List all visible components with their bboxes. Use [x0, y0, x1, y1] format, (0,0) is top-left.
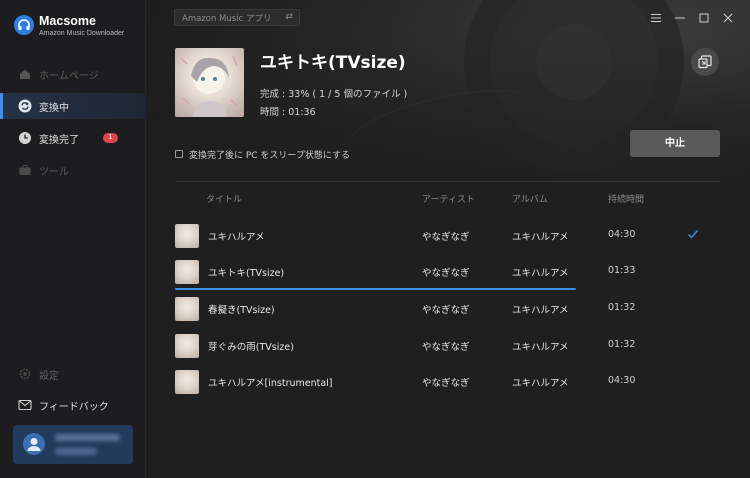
- maximize-icon[interactable]: [696, 10, 712, 26]
- track-thumbnail: [175, 297, 199, 321]
- column-artist[interactable]: アーティスト: [422, 192, 475, 205]
- gear-icon: [19, 368, 31, 380]
- sidebar-item-settings[interactable]: 設定: [0, 361, 146, 387]
- sidebar-item-label: ツール: [39, 167, 69, 178]
- album-cover-image: [175, 48, 244, 117]
- brand-logo-icon: [14, 15, 34, 35]
- checkbox-box[interactable]: [175, 150, 183, 158]
- elapsed-time-text: 時間 : 01:36: [260, 107, 316, 118]
- track-album: ユキハルアメ: [512, 268, 569, 279]
- track-album: ユキハルアメ: [512, 305, 569, 316]
- track-title: ユキハルアメ[instrumental]: [208, 378, 333, 389]
- toolbox-icon: [19, 165, 31, 175]
- swap-icon: ⇄: [285, 12, 293, 22]
- track-artist: やなぎなぎ: [422, 268, 470, 279]
- album-art-illustration: [180, 55, 238, 117]
- track-album: ユキハルアメ: [512, 378, 569, 389]
- user-name-blurred: [55, 434, 120, 441]
- column-album[interactable]: アルバム: [512, 192, 548, 205]
- track-duration: 01:32: [608, 339, 636, 350]
- home-icon: [20, 69, 30, 79]
- sidebar-item-converting[interactable]: 変換中: [0, 93, 146, 119]
- source-label: Amazon Music アプリ: [182, 14, 272, 24]
- track-duration: 01:33: [608, 265, 636, 276]
- sleep-option-label: 変換完了後に PC をスリープ状態にする: [189, 151, 350, 161]
- user-email-blurred: [55, 448, 97, 455]
- track-title: 春擬き(TVsize): [208, 305, 275, 316]
- sidebar-item-label: フィードバック: [39, 402, 109, 413]
- table-row[interactable]: 春擬き(TVsize) やなぎなぎ ユキハルアメ 01:32: [146, 293, 750, 329]
- track-artist: やなぎなぎ: [422, 342, 470, 353]
- track-duration: 04:30: [608, 375, 636, 386]
- track-thumbnail: [175, 370, 199, 394]
- sidebar: Macsome Amazon Music Downloader ホームページ 変…: [0, 0, 146, 478]
- brand-name: Macsome: [39, 14, 96, 28]
- sidebar-item-label: ホームページ: [39, 71, 99, 82]
- folder-open-icon: [698, 55, 712, 69]
- stop-button[interactable]: 中止: [630, 130, 720, 157]
- sidebar-item-label: 変換中: [39, 103, 69, 114]
- table-header: タイトル アーティスト アルバム 持続時間: [146, 192, 750, 206]
- column-duration[interactable]: 持続時間: [608, 192, 644, 205]
- sidebar-item-home[interactable]: ホームページ: [0, 61, 146, 87]
- column-title[interactable]: タイトル: [206, 192, 242, 205]
- converting-icon: [18, 99, 32, 113]
- table-row[interactable]: ユキトキ(TVsize) やなぎなぎ ユキハルアメ 01:33: [146, 256, 750, 292]
- menu-icon[interactable]: [648, 10, 664, 26]
- current-track-title: ユキトキ(TVsize): [260, 53, 406, 73]
- user-icon: [27, 438, 41, 451]
- track-duration: 04:30: [608, 229, 636, 240]
- track-thumbnail: [175, 334, 199, 358]
- track-artist: やなぎなぎ: [422, 378, 470, 389]
- track-artist: やなぎなぎ: [422, 305, 470, 316]
- minimize-icon[interactable]: [672, 10, 688, 26]
- sidebar-item-tools[interactable]: ツール: [0, 157, 146, 183]
- track-artist: やなぎなぎ: [422, 232, 470, 243]
- conversion-progress-text: 完成 : 33% ( 1 / 5 個のファイル ): [260, 89, 408, 100]
- track-title: ユキトキ(TVsize): [208, 268, 285, 279]
- sidebar-item-label: 設定: [39, 371, 59, 382]
- track-duration: 01:32: [608, 302, 636, 313]
- sidebar-item-feedback[interactable]: フィードバック: [0, 392, 146, 418]
- avatar: [23, 433, 45, 455]
- divider: [176, 181, 720, 182]
- window-controls: [648, 10, 740, 26]
- checkmark-icon: [688, 230, 699, 239]
- brand: Macsome Amazon Music Downloader: [12, 12, 142, 42]
- mail-icon: [18, 399, 32, 411]
- track-title: 芽ぐみの雨(TVsize): [208, 342, 294, 353]
- close-icon[interactable]: [720, 10, 736, 26]
- app-window: Macsome Amazon Music Downloader ホームページ 変…: [0, 0, 750, 478]
- table-row[interactable]: 芽ぐみの雨(TVsize) やなぎなぎ ユキハルアメ 01:32: [146, 330, 750, 366]
- track-progress-bar: [175, 288, 576, 290]
- sidebar-item-label: 変換完了: [39, 135, 79, 146]
- track-album: ユキハルアメ: [512, 342, 569, 353]
- table-row[interactable]: ユキハルアメ やなぎなぎ ユキハルアメ 04:30: [146, 220, 750, 256]
- sidebar-item-completed[interactable]: 変換完了 1: [0, 125, 146, 151]
- clock-icon: [19, 132, 31, 144]
- track-album: ユキハルアメ: [512, 232, 569, 243]
- main-panel: Amazon Music アプリ ⇄ ユキトキ(TVsize) 完成: 33%…: [146, 0, 750, 478]
- track-thumbnail: [175, 260, 199, 284]
- source-selector[interactable]: Amazon Music アプリ ⇄: [174, 9, 300, 26]
- table-row[interactable]: ユキハルアメ[instrumental] やなぎなぎ ユキハルアメ 04:30: [146, 366, 750, 402]
- user-account-card[interactable]: [13, 425, 133, 464]
- brand-subtitle: Amazon Music Downloader: [39, 30, 125, 37]
- track-thumbnail: [175, 224, 199, 248]
- completed-count-badge: 1: [103, 133, 118, 143]
- background-turntable-label: [536, 24, 612, 100]
- open-output-folder-button[interactable]: [691, 48, 719, 76]
- track-title: ユキハルアメ: [208, 232, 265, 243]
